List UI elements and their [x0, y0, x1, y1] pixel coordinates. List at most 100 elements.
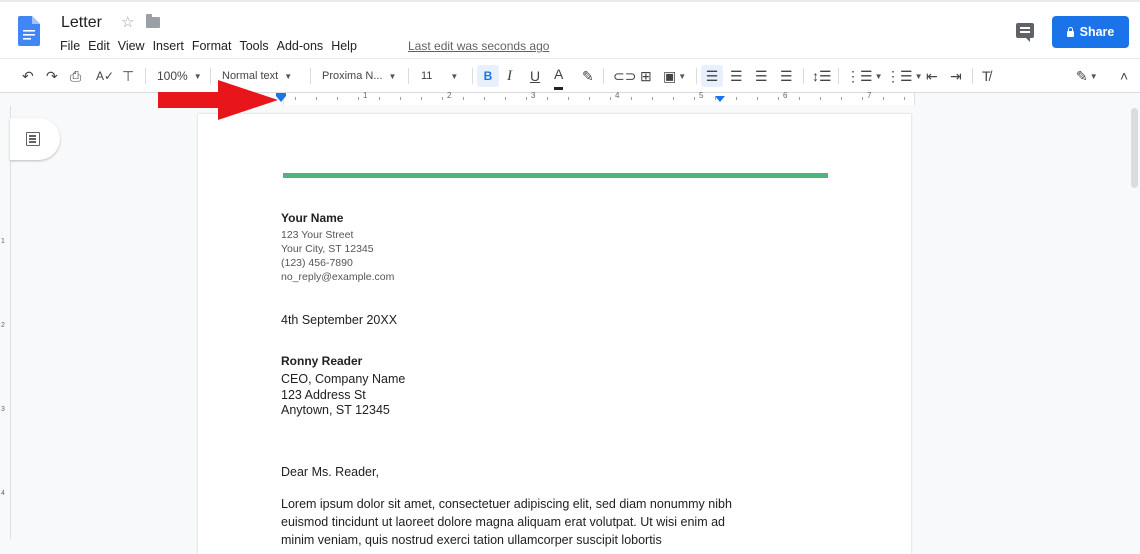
paint-format-icon[interactable]: ⊤ [122, 59, 134, 93]
menu-edit[interactable]: Edit [88, 39, 110, 53]
recipient-address: CEO, Company Name 123 Address St Anytown… [281, 372, 405, 419]
last-edit-link[interactable]: Last edit was seconds ago [408, 39, 549, 53]
menu-tools[interactable]: Tools [239, 39, 268, 53]
annotation-arrow-icon [158, 80, 278, 120]
bold-button[interactable]: B [477, 65, 499, 87]
ruler-tick [841, 97, 842, 100]
ruler-tick [883, 97, 884, 100]
share-button[interactable]: Share [1052, 16, 1129, 48]
ruler-tick [400, 97, 401, 100]
vruler-number: 1 [1, 238, 5, 245]
ruler-tick [421, 97, 422, 100]
ruler-tick [379, 97, 380, 100]
recipient-name: Ronny Reader [281, 354, 363, 368]
header-rule [283, 173, 828, 178]
recipient-address-line: Anytown, ST 12345 [281, 403, 390, 417]
text-color-button[interactable]: A [554, 61, 564, 90]
link-icon[interactable]: ⊂⊃ [613, 59, 636, 93]
menu-help[interactable]: Help [331, 39, 357, 53]
align-right-icon[interactable]: ☰ [755, 59, 768, 93]
align-center-icon[interactable]: ☰ [730, 59, 743, 93]
ruler-tick [799, 97, 800, 100]
sender-address-line: Your City, ST 12345 [281, 243, 374, 255]
ruler-number: 4 [615, 91, 620, 100]
line-spacing-icon[interactable]: ↕☰ [812, 59, 832, 93]
menu-view[interactable]: View [118, 39, 145, 53]
clear-formatting-icon[interactable]: T̸ [982, 59, 991, 93]
ruler-tick [778, 97, 779, 100]
ruler-page-area: 1 2 3 4 5 6 7 [283, 91, 915, 105]
numbered-list-icon[interactable]: ⋮☰ ▼ [846, 59, 882, 93]
ruler-tick [694, 97, 695, 100]
menu-bar: File Edit View Insert Format Tools Add-o… [60, 39, 365, 53]
ruler-tick [673, 97, 674, 100]
scroll-thumb[interactable] [1131, 108, 1138, 188]
increase-indent-icon[interactable]: ⇥ [950, 59, 962, 93]
menu-insert[interactable]: Insert [153, 39, 184, 53]
ruler-tick [442, 97, 443, 100]
print-icon[interactable]: ⎙ [70, 59, 81, 93]
ruler-tick [568, 97, 569, 100]
font-select[interactable]: Proxima N... ▼ [322, 59, 396, 93]
vruler-number: 4 [1, 490, 5, 497]
document-title[interactable]: Letter [61, 14, 102, 32]
docs-logo-icon[interactable] [18, 16, 40, 46]
ruler-tick [631, 97, 632, 100]
document-outline-button[interactable] [10, 118, 60, 160]
font-size-select[interactable]: 11 ▼ [421, 59, 458, 93]
ruler-number: 1 [363, 91, 368, 100]
recipient-address-line: 123 Address St [281, 387, 366, 402]
sender-name: Your Name [281, 211, 344, 225]
body-paragraph: Lorem ipsum dolor sit amet, consectetuer… [281, 497, 732, 547]
vertical-ruler[interactable]: 1 2 3 4 [0, 106, 11, 539]
ruler-tick [547, 97, 548, 100]
star-icon[interactable]: ☆ [121, 13, 134, 31]
share-label: Share [1079, 25, 1115, 39]
ruler-number: 5 [699, 91, 704, 100]
ruler-tick [505, 97, 506, 100]
redo-icon[interactable]: ↷ [46, 59, 58, 93]
document-page[interactable]: Your Name 123 Your Street Your City, ST … [198, 114, 911, 554]
spellcheck-icon[interactable]: A✓ [96, 59, 114, 93]
sender-address-line: (123) 456-7890 [281, 257, 353, 269]
vruler-number: 3 [1, 406, 5, 413]
menu-file[interactable]: File [60, 39, 80, 53]
ruler-tick [904, 97, 905, 100]
highlight-icon[interactable]: ✎ [582, 59, 594, 93]
lock-icon [1066, 27, 1074, 37]
collapse-menu-icon[interactable]: ˄ [1120, 59, 1128, 93]
ruler-number: 6 [783, 91, 788, 100]
sender-address-line: 123 Your Street [281, 229, 354, 241]
ruler-tick [484, 97, 485, 100]
menu-addons[interactable]: Add-ons [277, 39, 324, 53]
font-value: Proxima N... [322, 70, 383, 82]
align-left-icon[interactable]: ☰ [701, 65, 723, 87]
right-indent-marker[interactable] [715, 96, 725, 102]
ruler-tick [526, 97, 527, 100]
italic-button[interactable]: I [507, 59, 512, 93]
add-comment-icon[interactable]: ⊞ [640, 59, 652, 93]
font-size-value: 11 [421, 70, 433, 82]
justify-icon[interactable]: ☰ [780, 59, 793, 93]
ruler-tick [652, 97, 653, 100]
editing-mode-icon[interactable]: ✎ ▼ [1076, 59, 1098, 93]
vertical-scrollbar[interactable] [1129, 106, 1140, 539]
ruler-tick [610, 97, 611, 100]
recipient-address-line: CEO, Company Name [281, 372, 406, 386]
bulleted-list-icon[interactable]: ⋮☰ ▼ [886, 59, 922, 93]
comment-history-icon[interactable] [1016, 23, 1034, 42]
insert-image-icon[interactable]: ▣ ▼ [663, 59, 686, 93]
sender-address-line: no_reply@example.com [281, 271, 395, 283]
decrease-indent-icon[interactable]: ⇤ [926, 59, 938, 93]
outline-icon [26, 132, 40, 146]
ruler-tick [589, 97, 590, 100]
title-bar: Letter ☆ File Edit View Insert Format To… [0, 0, 1140, 58]
menu-format[interactable]: Format [192, 39, 232, 53]
undo-icon[interactable]: ↶ [22, 59, 34, 93]
ruler-tick [862, 97, 863, 100]
ruler-number: 7 [867, 91, 872, 100]
ruler-number: 3 [531, 91, 536, 100]
ruler-tick [736, 97, 737, 100]
folder-icon[interactable] [146, 14, 160, 28]
underline-button[interactable]: U [530, 59, 540, 93]
